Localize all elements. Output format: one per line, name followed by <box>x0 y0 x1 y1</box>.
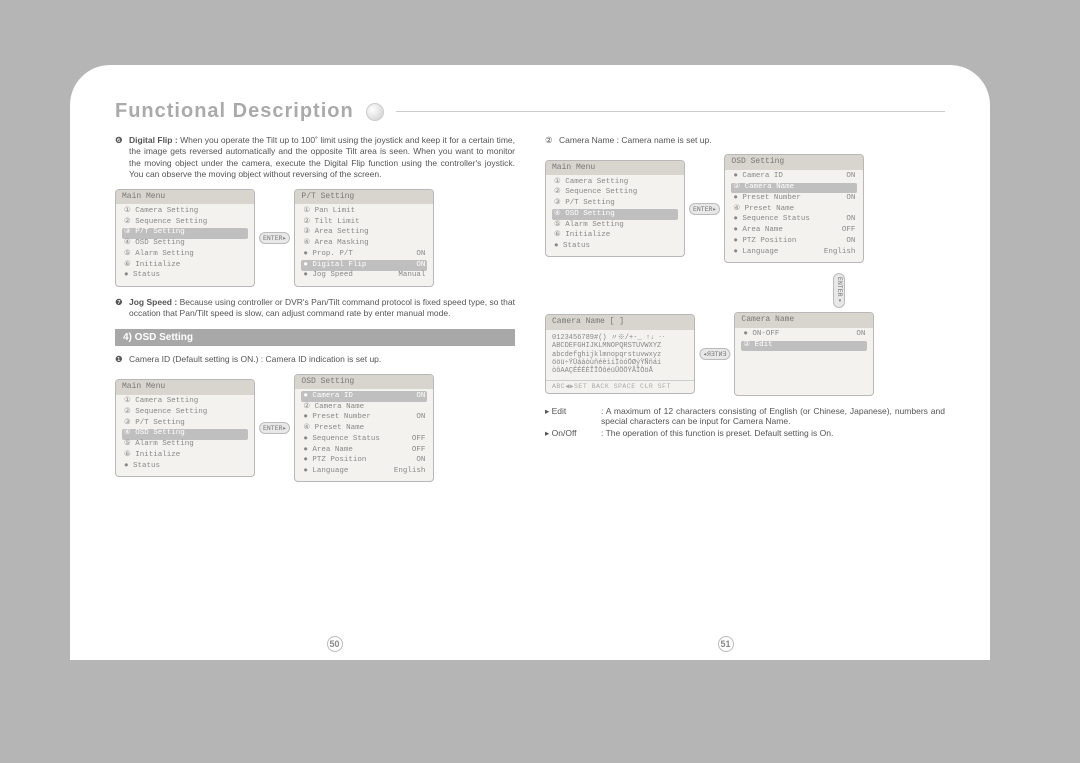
menu-list: ① Pan Limit ② Tilt Limit ③ Area Setting … <box>295 204 433 285</box>
menu-list: ● Camera IDON ② Camera Name ● Preset Num… <box>295 389 433 481</box>
menu-header: Camera Name [ ] <box>546 315 694 329</box>
paragraph-digital-flip: ❻ Digital Flip : When you operate the Ti… <box>115 135 515 181</box>
section-4-osd-header: 4) OSD Setting <box>115 329 515 346</box>
menu-list: ● ON-OFFON ② Edit <box>735 328 873 356</box>
menu-osd-setting-2: OSD Setting ● Camera IDON ② Camera Name … <box>724 154 864 262</box>
manual-page: Functional Description ❻ Digital Flip : … <box>70 65 990 660</box>
paragraph-jog-speed: ❼ Jog Speed : Because using controller o… <box>115 297 515 320</box>
menu-list: ① Camera Setting ② Sequence Setting ③ P/… <box>116 395 254 476</box>
note-onoff: ▸ On/Off : The operation of this functio… <box>545 428 945 439</box>
flow-camname-edit: Camera Name [ ] 0123456789#() 〃※/+-_ ↑↓ … <box>545 312 945 396</box>
page-numbers: 50 51 <box>70 636 990 652</box>
title-bullet-icon <box>366 103 384 121</box>
item-camera-name: ② Camera Name : Camera name is set up. <box>545 135 945 146</box>
menu-header: OSD Setting <box>295 375 433 389</box>
menu-main-2: Main Menu ① Camera Setting ② Sequence Se… <box>115 379 255 477</box>
menu-main-1: Main Menu ① Camera Setting ② Sequence Se… <box>115 189 255 287</box>
menu-pt-setting: P/T Setting ① Pan Limit ② Tilt Limit ③ A… <box>294 189 434 287</box>
left-column: ❻ Digital Flip : When you operate the Ti… <box>115 135 515 492</box>
menu-camera-name: Camera Name ● ON-OFFON ② Edit <box>734 312 874 396</box>
enter-arrow-icon: ENTER▸ <box>699 348 730 360</box>
menu-header: Camera Name <box>735 313 873 327</box>
item-camera-id: ❶ Camera ID (Default setting is ON.) : C… <box>115 354 515 365</box>
menu-osd-setting-1: OSD Setting ● Camera IDON ② Camera Name … <box>294 374 434 482</box>
page-number-left: 50 <box>327 636 343 652</box>
enter-arrow-icon: ENTER▸ <box>259 422 290 434</box>
menu-item-hl: ④ OSD Setting <box>122 429 248 440</box>
right-column: ② Camera Name : Camera name is set up. M… <box>545 135 945 492</box>
menu-list: ① Camera Setting ② Sequence Setting ③ P/… <box>116 204 254 285</box>
menu-header: OSD Setting <box>725 155 863 169</box>
note-edit: ▸ Edit : A maximum of 12 characters cons… <box>545 406 945 426</box>
menu-item-hl: ④ OSD Setting <box>552 209 678 220</box>
page-number-right: 51 <box>718 636 734 652</box>
menu-header: Main Menu <box>546 161 684 175</box>
editor-footer: ABC◀▶SET BACK SPACE CLR SFT <box>546 380 694 393</box>
menu-list: ① Camera Setting ② Sequence Setting ③ P/… <box>546 175 684 256</box>
flow-main-to-osd-right: Main Menu ① Camera Setting ② Sequence Se… <box>545 154 945 262</box>
menu-camera-name-editor: Camera Name [ ] 0123456789#() 〃※/+-_ ↑↓ … <box>545 314 695 394</box>
flow-main-to-osd: Main Menu ① Camera Setting ② Sequence Se… <box>115 374 515 482</box>
menu-header: Main Menu <box>116 190 254 204</box>
menu-item-hl: ③ P/T Setting <box>122 228 248 239</box>
notes: ▸ Edit : A maximum of 12 characters cons… <box>545 406 945 439</box>
menu-main-3: Main Menu ① Camera Setting ② Sequence Se… <box>545 160 685 258</box>
menu-list: ● Camera IDON ② Camera Name ● Preset Num… <box>725 170 863 262</box>
title-row: Functional Description <box>115 100 945 123</box>
menu-header: P/T Setting <box>295 190 433 204</box>
enter-arrow-vertical-icon: ENTER▾ <box>833 273 845 309</box>
menu-header: Main Menu <box>116 380 254 394</box>
title-rule <box>396 111 945 112</box>
charset-grid: 0123456789#() 〃※/+-_ ↑↓ ‥ ABCDEFGHIJKLMN… <box>546 330 694 380</box>
enter-vertical-row: ENTER▾ <box>545 273 945 309</box>
enter-arrow-icon: ENTER▸ <box>689 203 720 215</box>
two-column-layout: ❻ Digital Flip : When you operate the Ti… <box>115 135 945 492</box>
enter-arrow-icon: ENTER▸ <box>259 232 290 244</box>
flow-main-to-pt: Main Menu ① Camera Setting ② Sequence Se… <box>115 189 515 287</box>
page-title: Functional Description <box>115 100 354 123</box>
